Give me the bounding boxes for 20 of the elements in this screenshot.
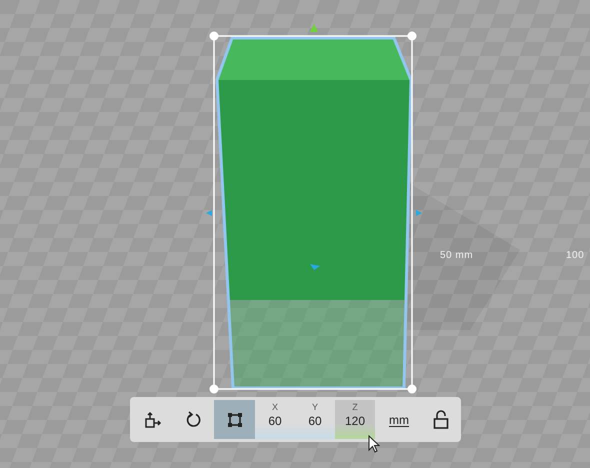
ruler-label: 100 — [566, 249, 584, 263]
scale-tool-button[interactable] — [214, 400, 255, 439]
scale-icon — [226, 410, 244, 428]
rotate-icon — [184, 410, 202, 428]
ruler-label: 50 mm — [440, 249, 474, 263]
move-icon — [144, 410, 162, 428]
dimension-value: 120 — [344, 413, 366, 429]
dimension-value: 60 — [268, 413, 282, 429]
axis-handle-icon[interactable] — [206, 210, 212, 216]
unit-button[interactable]: mm — [385, 410, 413, 428]
axis-handle-icon[interactable] — [416, 210, 422, 216]
axis-handle-icon[interactable] — [310, 24, 318, 32]
axis-label: Z — [352, 402, 358, 413]
axis-label: X — [272, 402, 278, 413]
cursor-icon — [368, 435, 380, 453]
dimension-field[interactable]: Z 120 — [335, 400, 375, 439]
dimension-value: 60 — [308, 413, 322, 429]
axis-handle-icon[interactable] — [310, 264, 320, 270]
unlock-icon[interactable] — [433, 410, 449, 430]
axis-label: Y — [312, 402, 318, 413]
